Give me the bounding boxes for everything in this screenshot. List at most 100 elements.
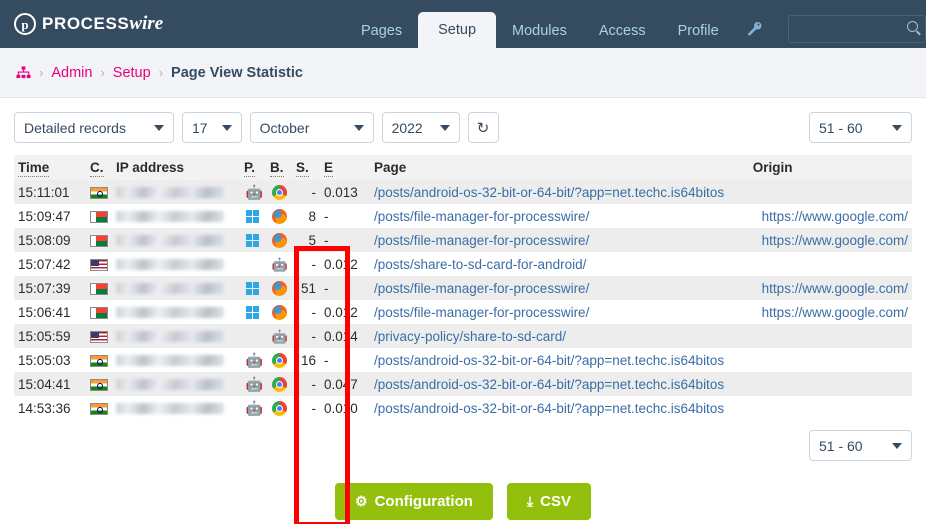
day-select[interactable]: 17 (182, 112, 242, 143)
cell-engine-time: 0.047 (320, 372, 370, 396)
cell-ip-address (112, 324, 240, 348)
breadcrumb-item-setup[interactable]: Setup (113, 65, 151, 81)
wrench-icon[interactable] (735, 14, 774, 48)
table-row: 15:07:42 🤖 -0.012/posts/share-to-sd-card-f… (14, 252, 912, 276)
cell-country (86, 252, 112, 276)
chrome-icon (271, 352, 287, 368)
page-link[interactable]: /posts/android-os-32-bit-or-64-bit/?app=… (374, 377, 724, 392)
cell-engine-time: 0.010 (320, 396, 370, 420)
page-link[interactable]: /posts/file-manager-for-processwire/ (374, 233, 589, 248)
cell-platform (240, 204, 266, 228)
cell-engine-time: 0.012 (320, 300, 370, 324)
cell-country (86, 276, 112, 300)
chevron-down-icon (892, 442, 902, 449)
cell-page: /posts/android-os-32-bit-or-64-bit/?app=… (370, 372, 749, 396)
page-link[interactable]: /posts/file-manager-for-processwire/ (374, 305, 589, 320)
table-row: 15:06:41 -0.012/posts/file-manager-for-pr… (14, 300, 912, 324)
cell-ip-address (112, 396, 240, 420)
breadcrumb-item-admin[interactable]: Admin (51, 65, 92, 81)
page-link[interactable]: /posts/android-os-32-bit-or-64-bit/?app=… (374, 185, 724, 200)
origin-link[interactable]: https://www.google.com/ (762, 209, 908, 224)
cell-platform (240, 228, 266, 252)
column-header-time[interactable]: Time (14, 155, 86, 180)
page-link[interactable]: /posts/android-os-32-bit-or-64-bit/?app=… (374, 353, 724, 368)
nav-item-pages[interactable]: Pages (345, 14, 418, 48)
nav-item-profile[interactable]: Profile (662, 14, 735, 48)
column-header-country[interactable]: C. (86, 155, 112, 180)
column-header-engine[interactable]: E (320, 155, 370, 180)
firefox-icon (271, 304, 287, 320)
refresh-icon[interactable]: ↻ (467, 112, 499, 143)
cell-ip-address (112, 252, 240, 276)
column-header-ip[interactable]: IP address (112, 155, 240, 180)
chevron-down-icon (221, 124, 232, 131)
cell-time: 15:06:41 (14, 300, 86, 324)
country-flag-icon (90, 258, 108, 271)
nav-item-modules[interactable]: Modules (496, 14, 583, 48)
column-header-page[interactable]: Page (370, 155, 749, 180)
country-flag-icon (90, 354, 108, 367)
refresh-glyph: ↻ (476, 119, 490, 137)
windows-icon (246, 305, 260, 320)
global-search[interactable] (787, 15, 926, 43)
nav-item-access[interactable]: Access (583, 14, 662, 48)
windows-icon (246, 209, 260, 224)
column-header-browser[interactable]: B. (266, 155, 292, 180)
cell-browser (266, 276, 292, 300)
cell-origin (748, 324, 912, 348)
pagination-select-bottom[interactable]: 51 - 60 (809, 430, 912, 461)
cell-page: /posts/share-to-sd-card-for-android/ (370, 252, 749, 276)
firefox-icon (271, 208, 287, 224)
column-header-session[interactable]: S. (292, 155, 320, 180)
page-link[interactable]: /posts/share-to-sd-card-for-android/ (374, 257, 586, 272)
origin-link[interactable]: https://www.google.com/ (762, 233, 908, 248)
pagination-bottom-value: 51 - 60 (819, 437, 863, 454)
country-flag-icon (90, 330, 108, 343)
view-mode-select[interactable]: Detailed records (14, 112, 174, 143)
page-link[interactable]: /posts/android-os-32-bit-or-64-bit/?app=… (374, 401, 724, 416)
redacted-ip (116, 355, 224, 367)
cell-session: - (292, 300, 320, 324)
cell-ip-address (112, 180, 240, 204)
cell-session: - (292, 252, 320, 276)
logo-text-wire: wire (129, 13, 164, 34)
configuration-button[interactable]: ⚙ Configuration (335, 483, 493, 520)
cell-origin (748, 396, 912, 420)
page-title: Page View Statistic (171, 64, 303, 81)
country-flag-icon (90, 210, 108, 223)
country-flag-icon (90, 234, 108, 247)
nav-item-setup[interactable]: Setup (418, 12, 497, 48)
csv-button[interactable]: ⤓ CSV (506, 483, 591, 520)
cell-browser (266, 204, 292, 228)
column-header-platform[interactable]: P. (240, 155, 266, 180)
sitemap-icon[interactable] (16, 65, 31, 80)
filter-toolbar: Detailed records 17 October 2022 ↻ 51 - … (14, 98, 912, 155)
cell-time: 15:05:03 (14, 348, 86, 372)
year-select[interactable]: 2022 (381, 112, 460, 143)
cell-session: 8 (292, 204, 320, 228)
page-link[interactable]: /posts/file-manager-for-processwire/ (374, 281, 589, 296)
column-header-ip-label: IP address (116, 160, 185, 175)
chrome-icon (271, 400, 287, 416)
cell-time: 15:07:42 (14, 252, 86, 276)
cell-browser (266, 228, 292, 252)
column-header-origin[interactable]: Origin (748, 155, 912, 180)
origin-link[interactable]: https://www.google.com/ (762, 281, 908, 296)
pagination-select-top[interactable]: 51 - 60 (809, 112, 912, 143)
processwire-logo[interactable]: p PROCESSwire (14, 0, 163, 48)
origin-link[interactable]: https://www.google.com/ (762, 305, 908, 320)
page-link[interactable]: /posts/file-manager-for-processwire/ (374, 209, 589, 224)
cell-ip-address (112, 372, 240, 396)
firefox-icon (271, 280, 287, 296)
month-select[interactable]: October (249, 112, 374, 143)
cell-ip-address (112, 228, 240, 252)
redacted-ip (116, 259, 224, 271)
cell-country (86, 204, 112, 228)
cell-country (86, 348, 112, 372)
search-input[interactable] (788, 16, 925, 42)
redacted-ip (116, 187, 224, 199)
cell-browser (266, 396, 292, 420)
cell-page: /posts/file-manager-for-processwire/ (370, 204, 749, 228)
table-header: Time C. IP address P. B. S. E Page Origi… (14, 155, 912, 180)
page-link[interactable]: /privacy-policy/share-to-sd-card/ (374, 329, 566, 344)
